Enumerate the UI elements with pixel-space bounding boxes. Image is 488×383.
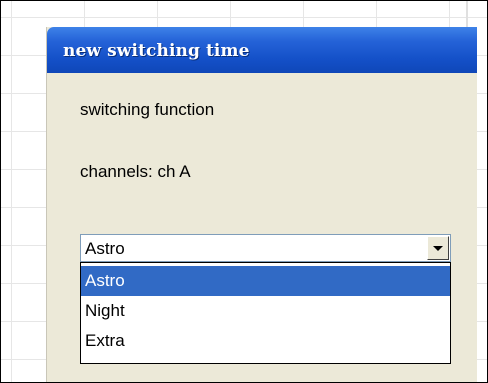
- switching-function-label: switching function: [80, 100, 215, 119]
- channels-label: channels: ch A: [80, 162, 191, 181]
- screenshot-frame: new switching time switching function ch…: [0, 0, 488, 383]
- switching-time-dialog: new switching time switching function ch…: [47, 27, 477, 382]
- switching-function-select[interactable]: Astro: [80, 234, 451, 262]
- title-bar[interactable]: new switching time: [47, 27, 477, 73]
- dropdown-option-night[interactable]: Night: [81, 296, 450, 326]
- select-value: Astro: [85, 239, 125, 258]
- dropdown-list: Astro Night Extra: [80, 262, 451, 364]
- dropdown-button[interactable]: [427, 236, 449, 260]
- chevron-down-icon: [433, 246, 443, 251]
- dropdown-option-extra[interactable]: Extra: [81, 326, 450, 356]
- dropdown-option-astro[interactable]: Astro: [81, 266, 450, 296]
- dialog-title: new switching time: [63, 41, 250, 61]
